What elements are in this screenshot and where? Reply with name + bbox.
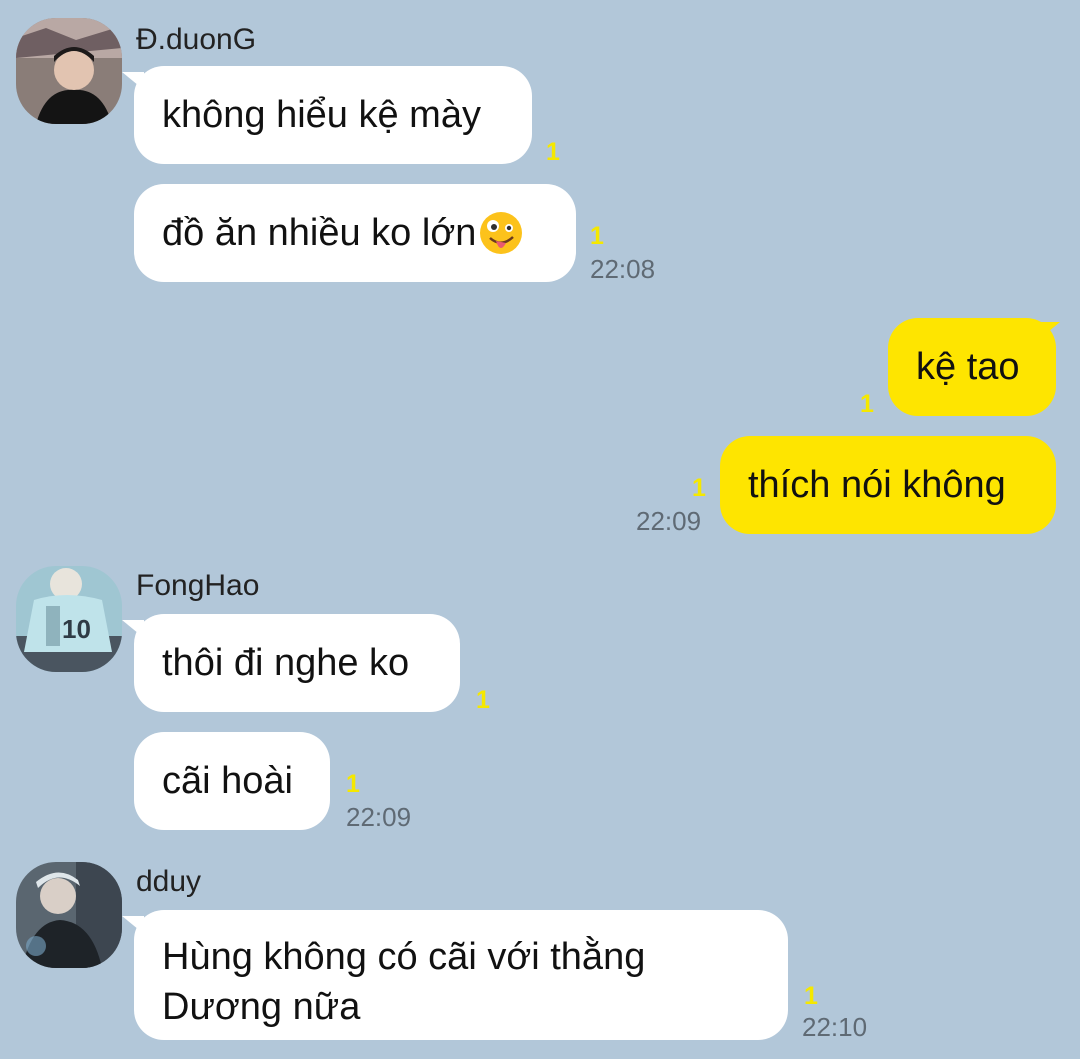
message-bubble[interactable]: thích nói không: [720, 436, 1056, 534]
message-bubble[interactable]: Hùng không có cãi với thằng Dương nữa: [134, 910, 788, 1040]
avatar-dduong[interactable]: [16, 18, 122, 124]
message-text: thích nói không: [748, 463, 1006, 506]
message-bubble[interactable]: không hiểu kệ mày: [134, 66, 532, 164]
message-text: thôi đi nghe ko: [162, 641, 410, 684]
sender-name: dduy: [136, 865, 202, 898]
message-text: Hùng không có cãi với thằng Dương nữa: [162, 936, 646, 1028]
message-bubble[interactable]: kệ tao: [888, 318, 1056, 416]
message-text: không hiểu kệ mày: [162, 93, 481, 136]
unread-count: 1: [476, 686, 490, 714]
sender-name: Đ.duonG: [136, 23, 257, 56]
message-time: 22:10: [802, 1012, 868, 1042]
message-text: đồ ăn nhiều ko lớn: [162, 211, 477, 254]
message-text: kệ tao: [916, 345, 1020, 388]
unread-count: 1: [692, 474, 706, 502]
zany-face-emoji-icon: [480, 212, 523, 254]
avatar-fonghao[interactable]: 10: [16, 566, 122, 672]
user-avatar-photo-icon: 10: [16, 566, 122, 672]
unread-count: 1: [346, 770, 360, 798]
unread-count: 1: [860, 390, 874, 418]
svg-text:10: 10: [62, 614, 91, 644]
sender-name: FongHao: [136, 569, 260, 602]
user-avatar-photo-icon: [16, 862, 122, 968]
avatar-dduy[interactable]: [16, 862, 122, 968]
message-text: cãi hoài: [162, 759, 293, 802]
message-time: 22:08: [590, 254, 656, 284]
user-avatar-photo-icon: [16, 18, 122, 124]
message-bubble[interactable]: thôi đi nghe ko: [134, 614, 460, 712]
message-bubble[interactable]: cãi hoài: [134, 732, 330, 830]
message-time: 22:09: [636, 506, 702, 536]
message-time: 22:09: [346, 802, 412, 832]
message-bubble[interactable]: đồ ăn nhiều ko lớn: [134, 184, 576, 282]
unread-count: 1: [804, 982, 818, 1010]
unread-count: 1: [546, 138, 560, 166]
unread-count: 1: [590, 222, 604, 250]
